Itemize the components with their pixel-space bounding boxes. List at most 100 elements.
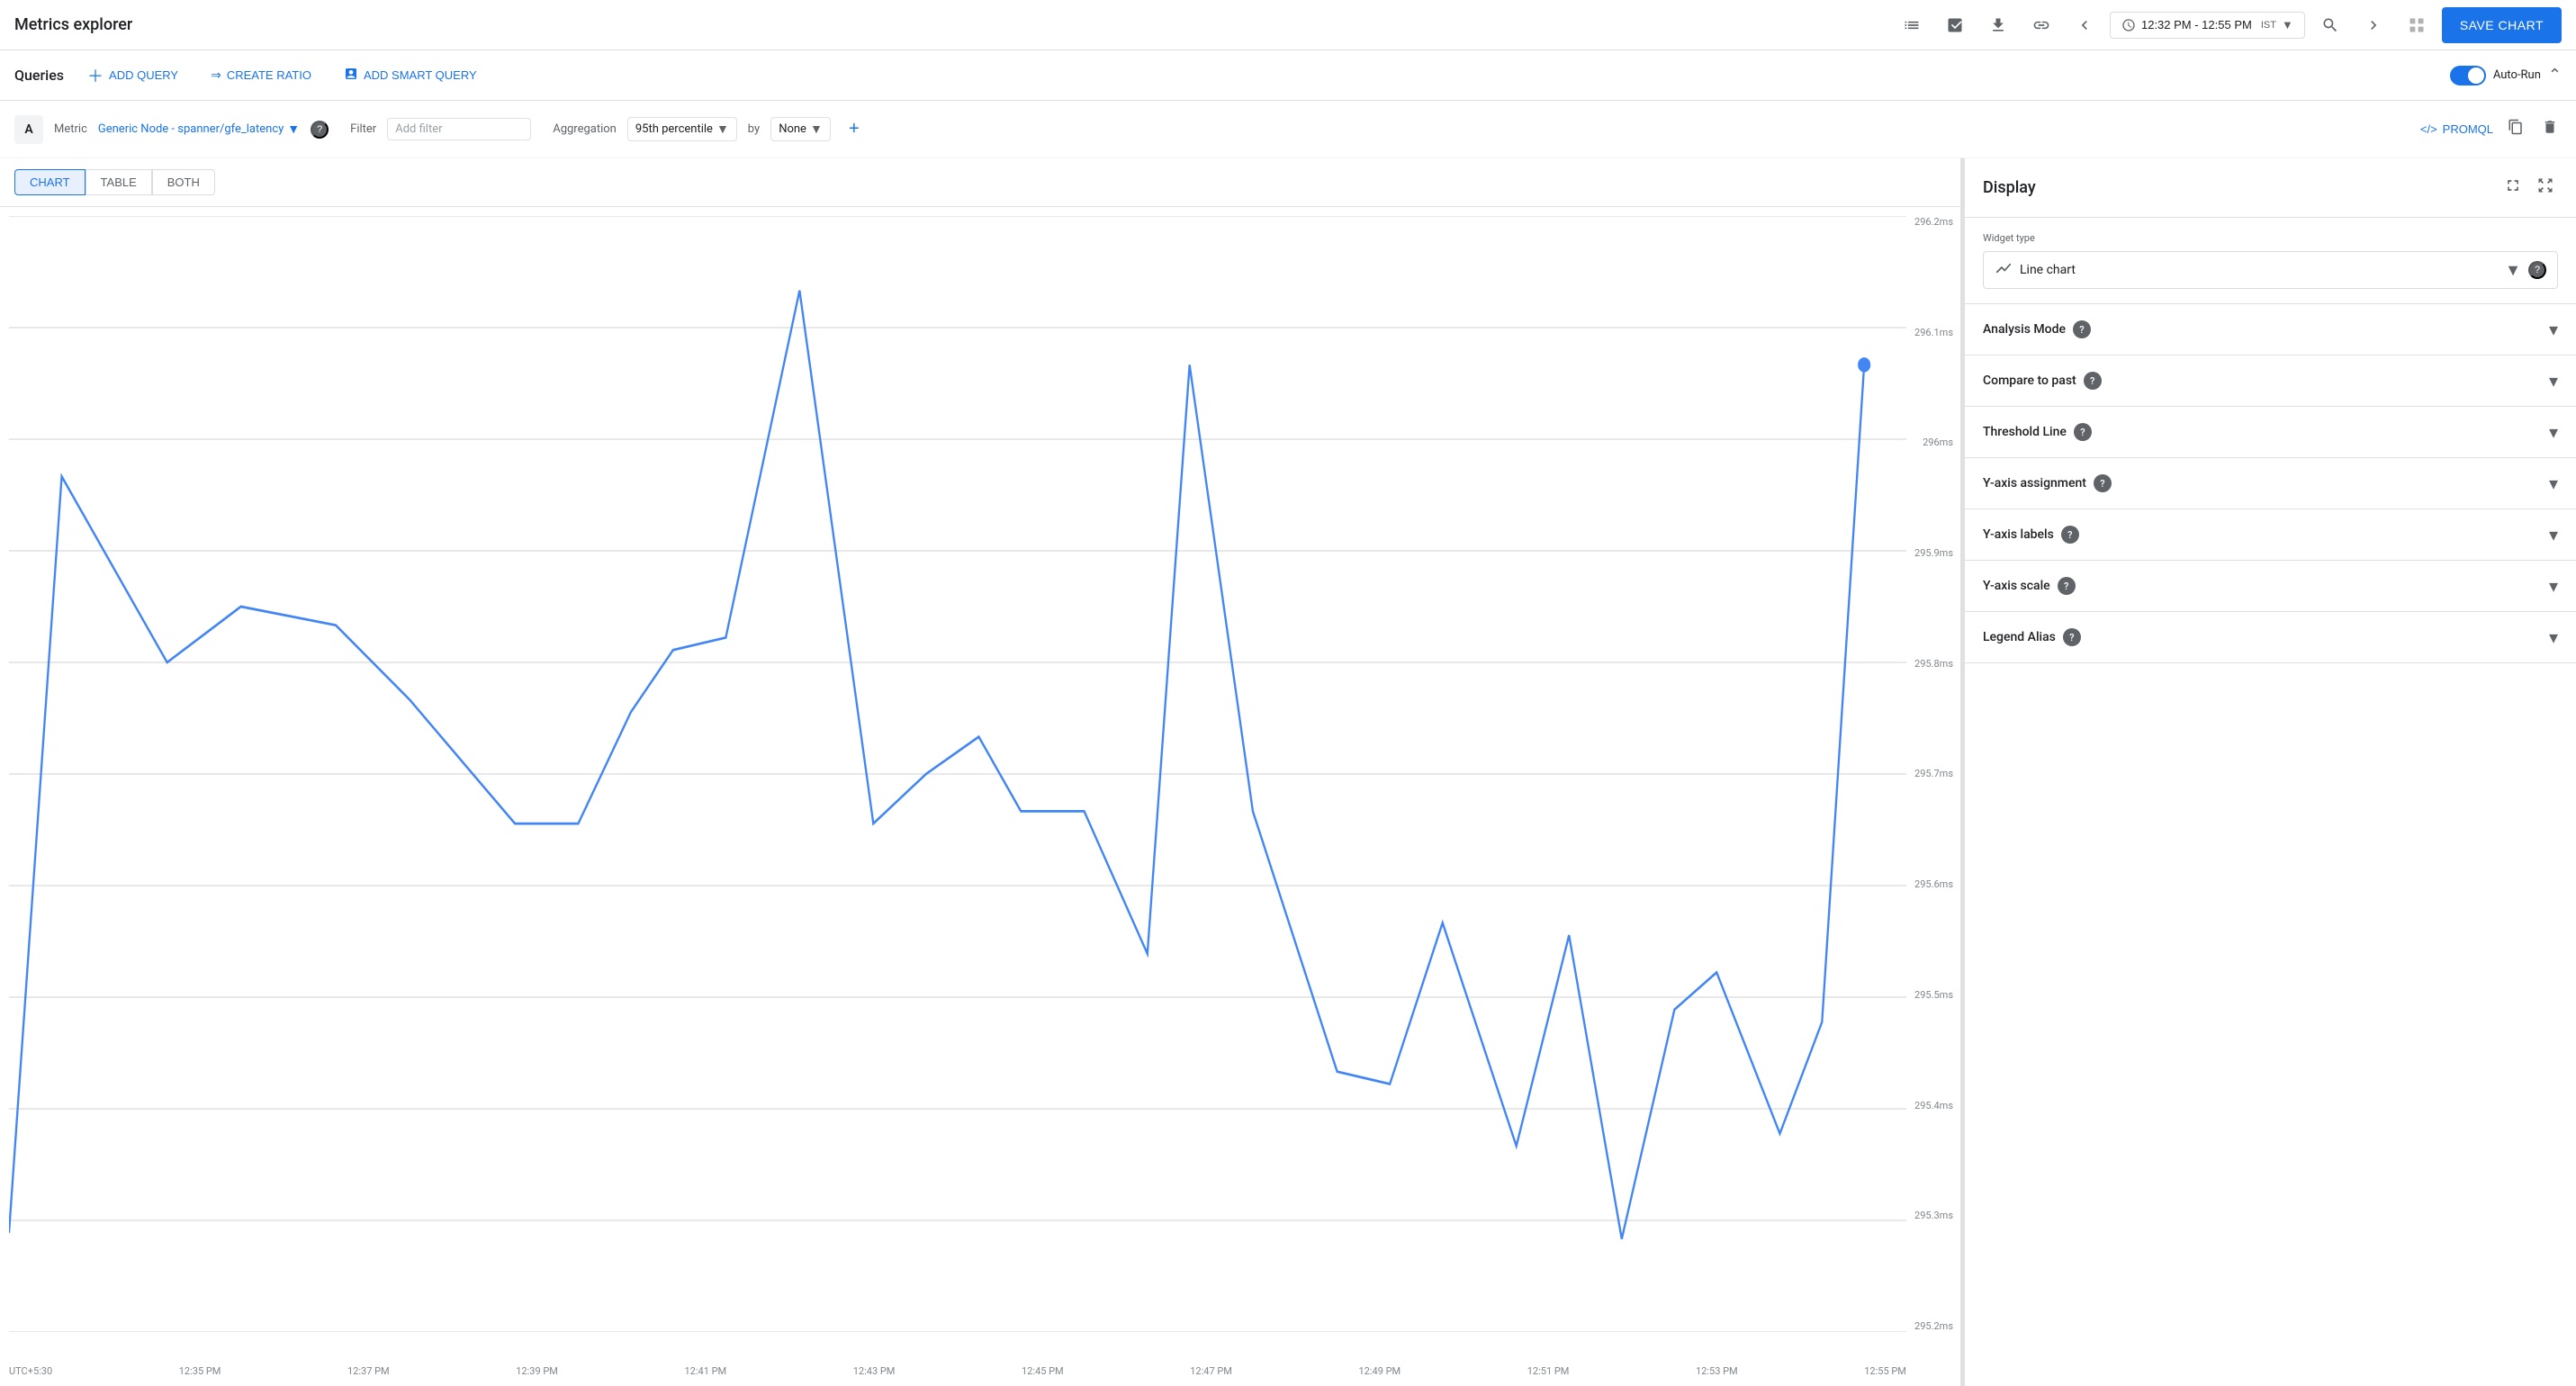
aggregation-value-text: 95th percentile (635, 122, 713, 136)
tab-both[interactable]: BOTH (152, 169, 215, 195)
add-aggregation-btn[interactable]: + (842, 117, 867, 142)
smart-query-icon (344, 67, 358, 84)
display-header: Display (1965, 158, 2576, 218)
legend-alias-help[interactable]: ? (2063, 628, 2081, 646)
line-chart-icon (1995, 259, 2013, 281)
create-ratio-button[interactable]: ⇒ CREATE RATIO (202, 62, 320, 88)
x-label-10: 12:53 PM (1696, 1365, 1738, 1377)
download-btn[interactable] (1980, 7, 2016, 43)
x-label-6: 12:45 PM (1022, 1365, 1064, 1377)
analysis-mode-header[interactable]: Analysis Mode ? ▾ (1965, 304, 2576, 355)
y-axis-labels-help[interactable]: ? (2061, 526, 2079, 544)
add-smart-query-button[interactable]: ADD SMART QUERY (335, 61, 486, 89)
filter-input-container[interactable]: Add filter (387, 118, 531, 140)
collapse-panel-btn[interactable] (2533, 173, 2558, 202)
y-axis-assignment-header[interactable]: Y-axis assignment ? ▾ (1965, 458, 2576, 508)
threshold-line-help[interactable]: ? (2074, 423, 2092, 441)
auto-run-switch[interactable] (2450, 66, 2486, 86)
y-label-6: 295.6ms (1914, 878, 1953, 890)
legend-alias-header[interactable]: Legend Alias ? ▾ (1965, 612, 2576, 662)
y-axis-assignment-chevron: ▾ (2549, 472, 2558, 494)
threshold-line-section: Threshold Line ? ▾ (1965, 407, 2576, 458)
delete-query-btn[interactable] (2538, 115, 2562, 143)
chart-svg-wrapper (9, 216, 1906, 1332)
add-query-button[interactable]: ＋ ADD QUERY (78, 58, 187, 93)
promql-button[interactable]: </> PROMQL (2420, 122, 2493, 136)
grid-btn[interactable] (2399, 7, 2435, 43)
y-axis-scale-chevron: ▾ (2549, 575, 2558, 597)
x-label-5: 12:43 PM (853, 1365, 896, 1377)
add-query-label: ADD QUERY (109, 68, 178, 82)
compare-to-past-header[interactable]: Compare to past ? ▾ (1965, 356, 2576, 406)
legend-alias-chevron: ▾ (2549, 626, 2558, 648)
right-panel: Display Widget type Line chart (1964, 158, 2576, 1386)
tab-table[interactable]: TABLE (86, 169, 152, 195)
metric-help-icon[interactable]: ? (311, 121, 329, 139)
queries-label: Queries (14, 67, 64, 84)
chart-line (9, 291, 1864, 1239)
search-btn[interactable] (2312, 7, 2348, 43)
x-label-1: 12:35 PM (179, 1365, 221, 1377)
analysis-mode-help[interactable]: ? (2073, 320, 2091, 338)
time-range-btn[interactable]: 12:32 PM - 12:55 PM IST ▼ (2110, 12, 2305, 39)
chart-container: 296.2ms 296.1ms 296ms 295.9ms 295.8ms 29… (0, 207, 1960, 1386)
collapse-queries-btn[interactable]: ⌃ (2548, 66, 2562, 85)
x-label-0: UTC+5:30 (9, 1365, 52, 1377)
metric-dropdown-arrow: ▼ (287, 122, 300, 137)
by-value-text: None (779, 122, 806, 136)
copy-query-btn[interactable] (2504, 115, 2527, 143)
widget-type-help-btn[interactable]: ? (2528, 261, 2546, 279)
time-range-display: 12:32 PM - 12:55 PM (2141, 18, 2252, 32)
queries-bar: Queries ＋ ADD QUERY ⇒ CREATE RATIO ADD S… (0, 50, 2576, 101)
legend-alias-section: Legend Alias ? ▾ (1965, 612, 2576, 663)
aggregation-selector[interactable]: 95th percentile ▼ (627, 117, 737, 141)
query-letter: A (14, 115, 43, 144)
y-axis-labels-chevron: ▾ (2549, 524, 2558, 545)
y-axis-labels-section: Y-axis labels ? ▾ (1965, 509, 2576, 561)
analysis-mode-label: Analysis Mode (1983, 322, 2066, 337)
tab-chart[interactable]: CHART (14, 169, 86, 195)
metric-selector[interactable]: Generic Node - spanner/gfe_latency ▼ (98, 122, 300, 137)
add-dashboard-btn[interactable] (1937, 7, 1973, 43)
x-label-4: 12:41 PM (685, 1365, 727, 1377)
y-axis-scale-header[interactable]: Y-axis scale ? ▾ (1965, 561, 2576, 611)
auto-run-label: Auto-Run (2493, 68, 2541, 82)
y-label-7: 295.5ms (1914, 989, 1953, 1001)
x-label-2: 12:37 PM (347, 1365, 390, 1377)
share-btn[interactable] (2023, 7, 2059, 43)
y-axis-assignment-section: Y-axis assignment ? ▾ (1965, 458, 2576, 509)
plus-icon: ＋ (87, 64, 104, 87)
y-label-0: 296.2ms (1914, 216, 1953, 228)
y-axis-labels-header[interactable]: Y-axis labels ? ▾ (1965, 509, 2576, 560)
end-data-dot (1858, 357, 1870, 373)
compare-to-past-help[interactable]: ? (2084, 372, 2102, 390)
y-axis-assignment-help[interactable]: ? (2094, 474, 2112, 492)
widget-type-select[interactable]: Line chart ▼ ? (1983, 251, 2558, 289)
prev-time-btn[interactable] (2067, 7, 2103, 43)
save-chart-button[interactable]: SAVE CHART (2442, 7, 2562, 43)
display-title: Display (1983, 178, 2036, 197)
compare-to-past-section: Compare to past ? ▾ (1965, 356, 2576, 407)
aggregation-dropdown-arrow: ▼ (716, 122, 729, 137)
expand-panel-btn[interactable] (2500, 173, 2526, 202)
y-axis-scale-section: Y-axis scale ? ▾ (1965, 561, 2576, 612)
metric-label-text: Metric (54, 122, 87, 136)
by-label-text: by (748, 122, 760, 136)
analysis-mode-chevron: ▾ (2549, 319, 2558, 340)
auto-run-toggle: Auto-Run ⌃ (2450, 66, 2562, 86)
aggregation-label-text: Aggregation (553, 122, 617, 136)
y-axis-assignment-label: Y-axis assignment (1983, 476, 2086, 490)
x-label-7: 12:47 PM (1190, 1365, 1232, 1377)
by-selector[interactable]: None ▼ (770, 117, 831, 141)
next-time-btn[interactable] (2355, 7, 2391, 43)
by-dropdown-arrow: ▼ (810, 122, 823, 137)
create-ratio-label: CREATE RATIO (227, 68, 311, 82)
y-axis-scale-help[interactable]: ? (2058, 577, 2076, 595)
threshold-line-header[interactable]: Threshold Line ? ▾ (1965, 407, 2576, 457)
metrics-icon-btn[interactable] (1894, 7, 1930, 43)
compare-to-past-label: Compare to past (1983, 374, 2076, 388)
chart-section: CHART TABLE BOTH 296.2ms 296.1ms 296ms 2… (0, 158, 1960, 1386)
query-row-a: A Metric Generic Node - spanner/gfe_late… (0, 101, 2576, 158)
widget-type-dropdown-arrow: ▼ (2505, 261, 2521, 280)
x-label-11: 12:55 PM (1864, 1365, 1906, 1377)
